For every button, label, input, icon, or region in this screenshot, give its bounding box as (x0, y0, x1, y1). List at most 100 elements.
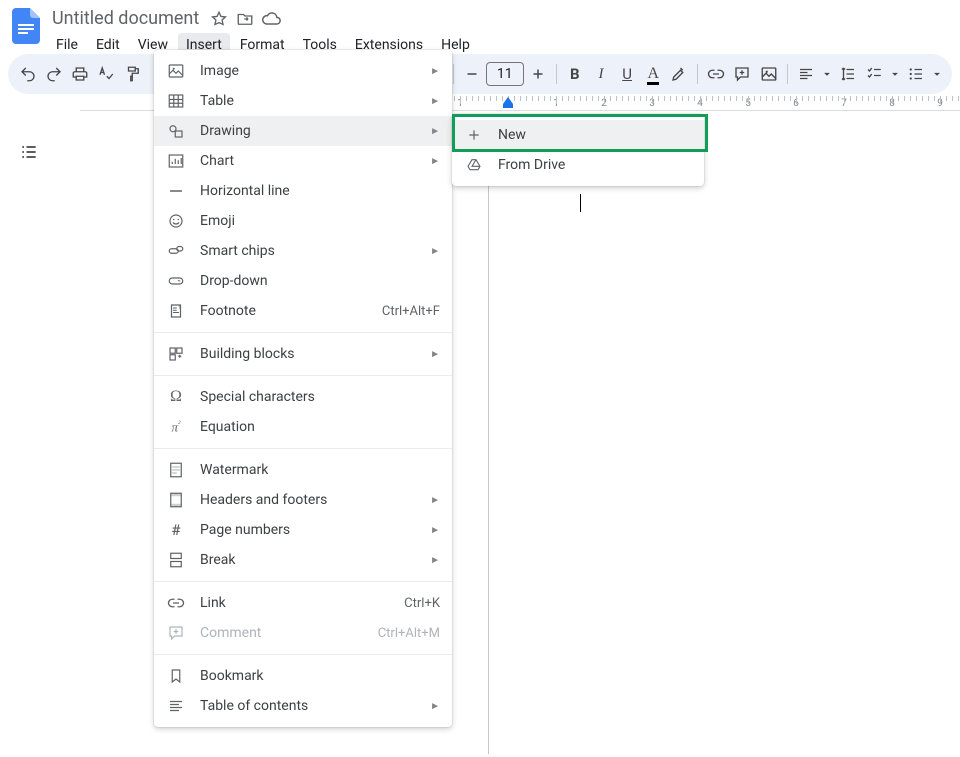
insert-menu-item-drawing[interactable]: Drawing► (154, 116, 452, 146)
menu-item-label: Watermark (200, 462, 440, 478)
menu-separator (154, 448, 452, 449)
menu-separator (154, 332, 452, 333)
menu-item-label: Page numbers (200, 522, 416, 538)
plus-icon (464, 125, 484, 145)
smart-chips-icon (166, 241, 186, 261)
menu-item-label: Break (200, 552, 416, 568)
drawing-submenu-item-new[interactable]: New (452, 120, 704, 150)
chevron-right-icon: ► (430, 246, 440, 257)
insert-image-button[interactable] (757, 60, 781, 88)
insert-link-button[interactable] (704, 60, 728, 88)
doc-title[interactable]: Untitled document (48, 6, 203, 31)
chevron-right-icon: ► (430, 349, 440, 360)
menu-item-label: Link (200, 595, 390, 611)
left-indent[interactable] (503, 104, 513, 108)
insert-menu-item-bookmark[interactable]: Bookmark (154, 661, 452, 691)
insert-menu-item-page-numbers[interactable]: #Page numbers► (154, 515, 452, 545)
line-spacing-button[interactable] (836, 60, 860, 88)
separator (697, 64, 698, 84)
bold-button[interactable]: B (563, 60, 587, 88)
chevron-right-icon: ► (430, 701, 440, 712)
add-comment-button[interactable] (730, 60, 754, 88)
insert-menu-item-headers-and-footers[interactable]: Headers and footers► (154, 485, 452, 515)
page[interactable] (488, 114, 960, 754)
break-icon (166, 550, 186, 570)
menu-item-label: Equation (200, 419, 440, 435)
chevron-right-icon: ► (430, 96, 440, 107)
spellcheck-button[interactable] (94, 60, 118, 88)
insert-menu-item-table[interactable]: Table► (154, 86, 452, 116)
print-button[interactable] (68, 60, 92, 88)
insert-menu-item-table-of-contents[interactable]: Table of contents► (154, 691, 452, 721)
drive-icon (464, 155, 484, 175)
star-icon[interactable] (209, 9, 229, 29)
document-outline-button[interactable] (13, 136, 45, 168)
insert-menu-item-smart-chips[interactable]: Smart chips► (154, 236, 452, 266)
menu-item-label: Drawing (200, 123, 416, 139)
insert-menu-item-building-blocks[interactable]: Building blocks► (154, 339, 452, 369)
italic-button[interactable]: I (589, 60, 613, 88)
insert-menu-item-drop-down[interactable]: Drop-down (154, 266, 452, 296)
menu-file[interactable]: File (48, 33, 86, 57)
chevron-down-icon[interactable] (820, 60, 834, 88)
toolbar: 11 B I U A (8, 54, 952, 94)
svg-text:1: 1 (178, 305, 181, 311)
menu-item-label: Chart (200, 153, 416, 169)
bulleted-list-button[interactable] (904, 60, 928, 88)
chart-icon (166, 151, 186, 171)
menu-item-label: Comment (200, 625, 364, 641)
undo-button[interactable] (16, 60, 40, 88)
ruler[interactable]: 2112345678910 (0, 96, 960, 114)
menu-item-label: Emoji (200, 213, 440, 229)
font-size-input[interactable]: 11 (486, 62, 524, 86)
building-blocks-icon (166, 344, 186, 364)
insert-menu-item-comment: CommentCtrl+Alt+M (154, 618, 452, 648)
redo-button[interactable] (42, 60, 66, 88)
align-button[interactable] (794, 60, 818, 88)
highlight-color-button[interactable] (667, 60, 691, 88)
dropdown-icon (166, 271, 186, 291)
insert-menu-item-chart[interactable]: Chart ► (154, 146, 452, 176)
insert-menu-item-special-characters[interactable]: ΩSpecial characters (154, 382, 452, 412)
watermark-icon (166, 460, 186, 480)
insert-menu-dropdown: Image►Table►Drawing►Chart►Horizontal lin… (154, 50, 452, 727)
chevron-down-icon[interactable] (930, 60, 944, 88)
link-icon (166, 593, 186, 613)
menu-separator (154, 375, 452, 376)
toc-icon (166, 696, 186, 716)
text-cursor (580, 194, 581, 212)
menu-separator (154, 654, 452, 655)
insert-menu-item-image[interactable]: Image► (154, 56, 452, 86)
drawing-submenu-item-from-drive[interactable]: From Drive (452, 150, 704, 180)
insert-menu-item-break[interactable]: Break ► (154, 545, 452, 575)
insert-menu-item-watermark[interactable]: Watermark (154, 455, 452, 485)
insert-menu-item-emoji[interactable]: Emoji (154, 206, 452, 236)
font-size-decrease[interactable] (459, 60, 483, 88)
font-size-increase[interactable] (526, 60, 550, 88)
insert-menu-item-footnote[interactable]: 1FootnoteCtrl+Alt+F (154, 296, 452, 326)
drawing-icon (166, 121, 186, 141)
docs-logo[interactable] (8, 8, 44, 44)
cloud-status-icon[interactable] (261, 9, 281, 29)
insert-menu-item-link[interactable]: LinkCtrl+K (154, 588, 452, 618)
menu-item-label: Image (200, 63, 416, 79)
omega-icon: Ω (166, 387, 186, 407)
chevron-right-icon: ► (430, 156, 440, 167)
text-color-button[interactable]: A (641, 60, 665, 88)
chevron-right-icon: ► (430, 495, 440, 506)
image-icon (166, 61, 186, 81)
chevron-down-icon[interactable] (888, 60, 902, 88)
chevron-right-icon: ► (430, 555, 440, 566)
insert-menu-item-horizontal-line[interactable]: Horizontal line (154, 176, 452, 206)
menu-item-label: Horizontal line (200, 183, 440, 199)
move-icon[interactable] (235, 9, 255, 29)
menu-edit[interactable]: Edit (88, 33, 128, 57)
checklist-button[interactable] (862, 60, 886, 88)
paint-format-button[interactable] (121, 60, 145, 88)
table-icon (166, 91, 186, 111)
first-line-indent[interactable] (503, 97, 513, 104)
menu-item-label: Bookmark (200, 668, 440, 684)
underline-button[interactable]: U (615, 60, 639, 88)
insert-menu-item-equation[interactable]: π²Equation (154, 412, 452, 442)
menu-item-label: Drop-down (200, 273, 440, 289)
